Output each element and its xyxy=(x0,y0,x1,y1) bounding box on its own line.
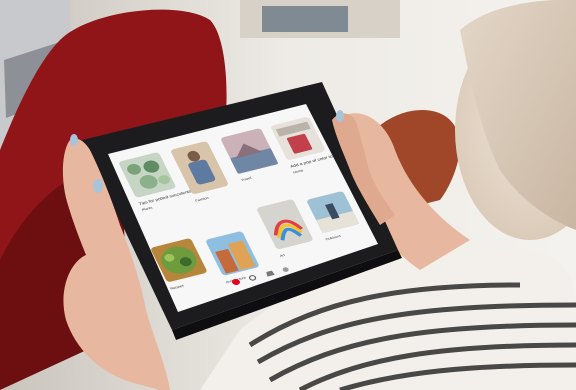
scene-svg: Tips for potted succulents Plants Fashio… xyxy=(0,0,576,390)
photo-scene: Tips for potted succulents Plants Fashio… xyxy=(0,0,576,390)
thumb-nail xyxy=(93,179,103,193)
right-nail xyxy=(336,110,344,122)
finger-nail xyxy=(70,134,78,146)
books xyxy=(262,6,348,32)
